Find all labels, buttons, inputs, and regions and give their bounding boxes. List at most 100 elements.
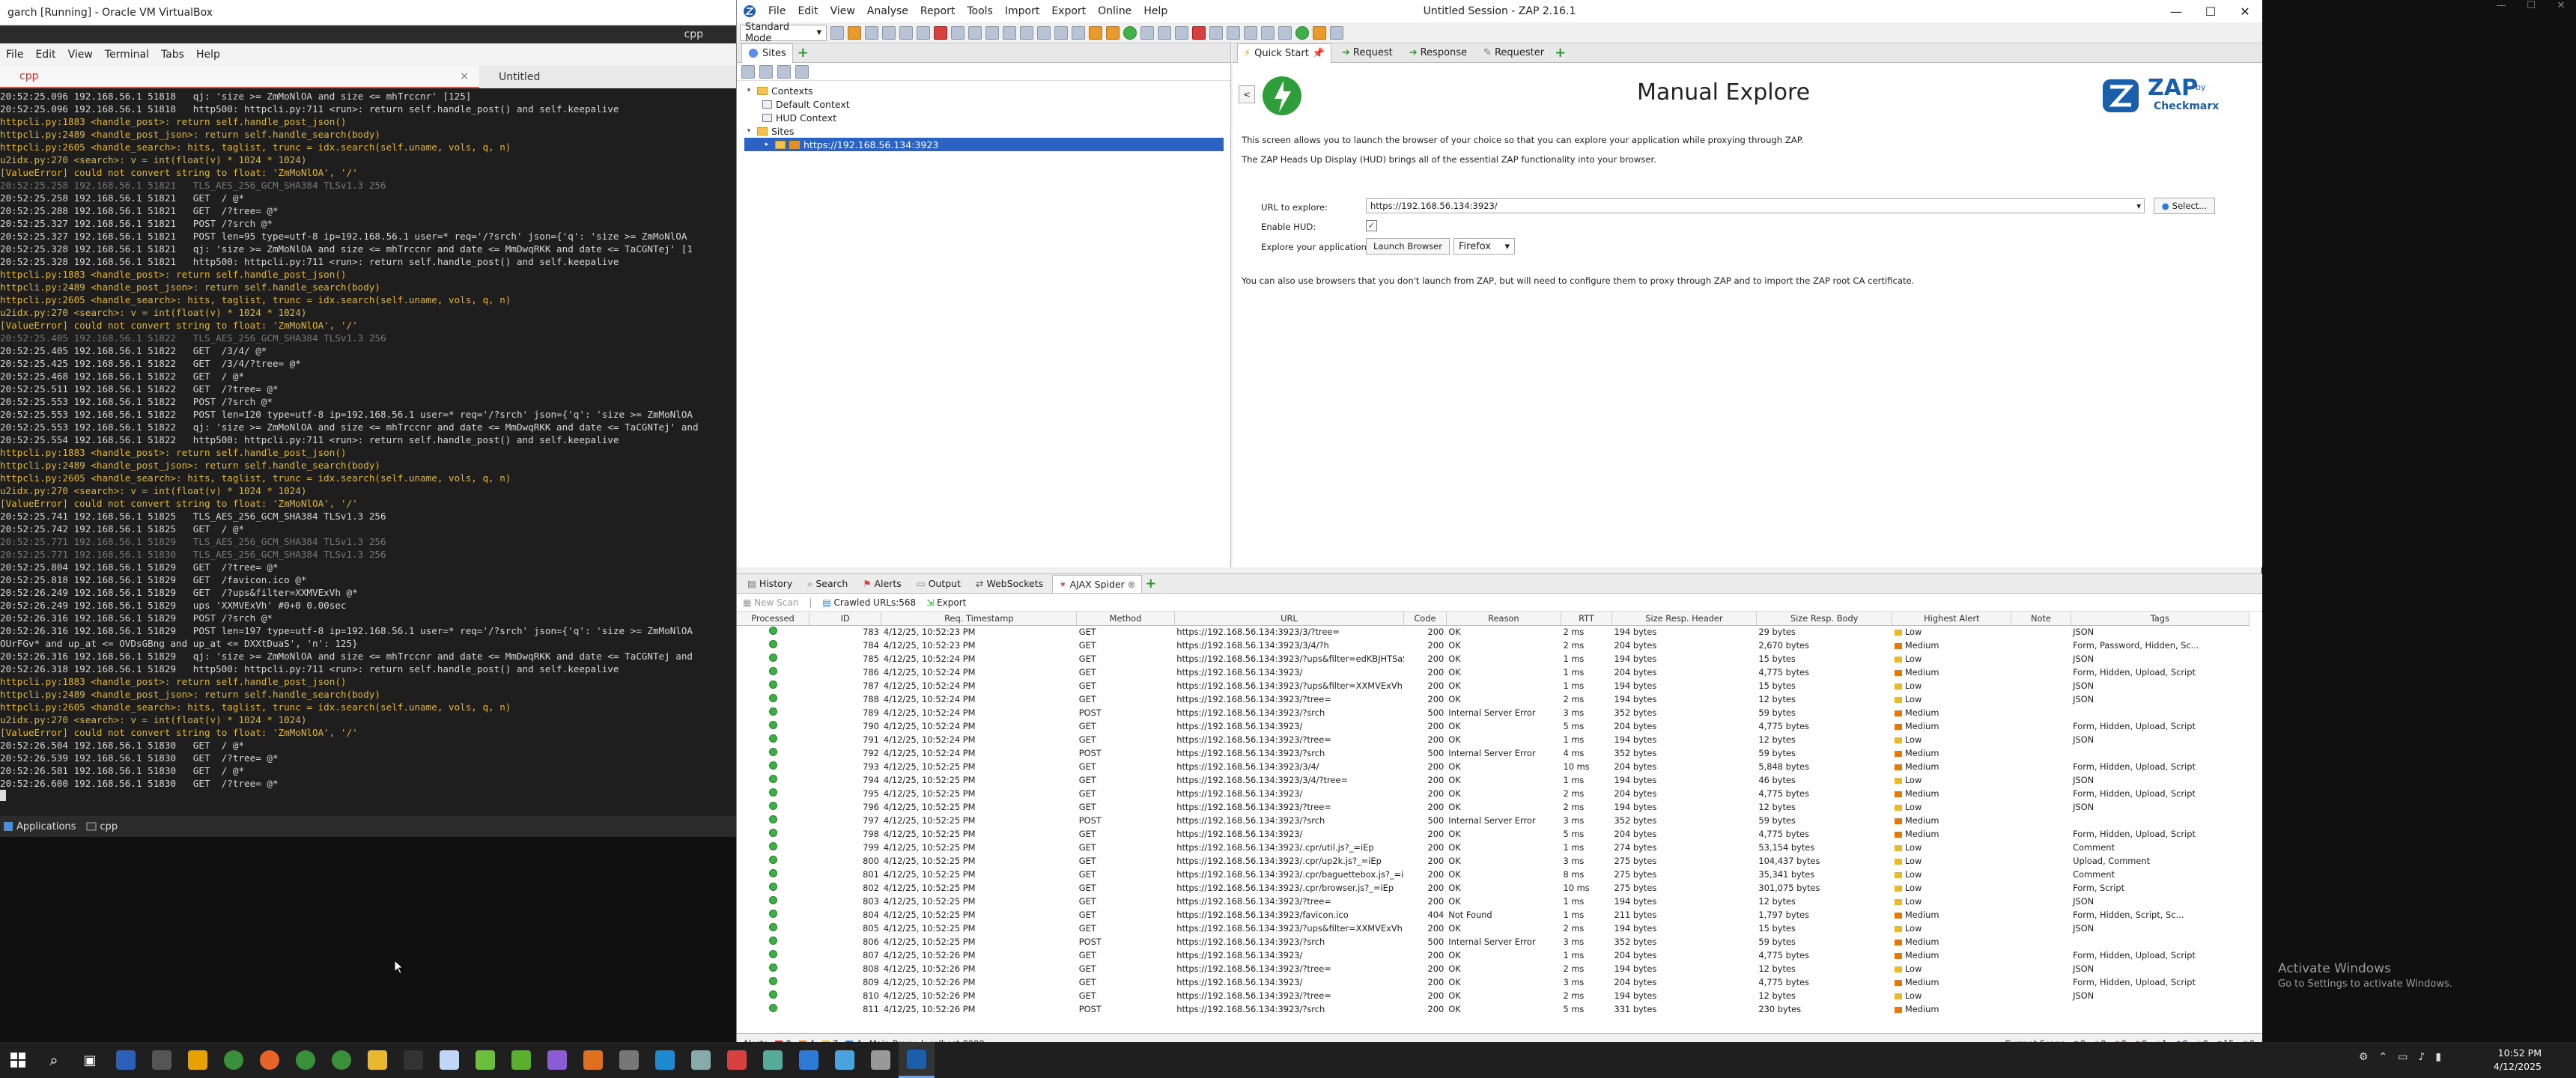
network-icon[interactable]: ▭ bbox=[2398, 1051, 2408, 1063]
table-row[interactable]: 788 4/12/25, 10:52:24 PM GET https://192.16… bbox=[737, 692, 2250, 706]
taskbar-app-11[interactable] bbox=[755, 1042, 791, 1078]
battery-icon[interactable]: ▮ bbox=[2435, 1051, 2441, 1063]
tab-untitled[interactable]: Untitled bbox=[479, 66, 736, 88]
taskbar-notepad[interactable] bbox=[431, 1042, 467, 1078]
drop-icon[interactable] bbox=[1175, 25, 1188, 40]
table-row[interactable]: 806 4/12/25, 10:52:25 PM POST https://192.1… bbox=[737, 935, 2250, 948]
menu-online[interactable]: Online bbox=[1092, 5, 1137, 17]
new-session-icon[interactable] bbox=[830, 25, 844, 40]
tab-websockets[interactable]: ⇄ WebSockets bbox=[970, 575, 1049, 593]
export-icon[interactable] bbox=[934, 25, 947, 40]
menu-view[interactable]: View bbox=[62, 49, 99, 61]
maximize-icon[interactable]: ☐ bbox=[2516, 0, 2546, 11]
table-row[interactable]: 810 4/12/25, 10:52:26 PM GET https://192.16… bbox=[737, 989, 2250, 1002]
menu-tools[interactable]: Tools bbox=[961, 5, 999, 17]
table-row[interactable]: 789 4/12/25, 10:52:24 PM POST https://192.1… bbox=[737, 706, 2250, 719]
taskbar-app-8[interactable] bbox=[611, 1042, 647, 1078]
taskbar-app-2[interactable] bbox=[144, 1042, 180, 1078]
start-icon[interactable] bbox=[1123, 25, 1137, 40]
layout-7-icon[interactable] bbox=[1054, 25, 1068, 40]
column-header[interactable]: ID bbox=[809, 612, 882, 626]
minimize-icon[interactable]: — bbox=[2486, 0, 2516, 11]
taskbar-app-10[interactable] bbox=[719, 1042, 755, 1078]
tab-cpp[interactable]: cpp × bbox=[0, 66, 479, 88]
table-row[interactable]: 809 4/12/25, 10:52:26 PM GET https://192.16… bbox=[737, 975, 2250, 989]
scan-policy-icon[interactable] bbox=[1089, 25, 1102, 40]
menu-tabs[interactable]: Tabs bbox=[155, 49, 190, 61]
firefox-icon[interactable] bbox=[1313, 25, 1326, 40]
search-button[interactable]: ⌕ bbox=[36, 1042, 72, 1078]
open-session-icon[interactable] bbox=[848, 25, 861, 40]
taskbar-terminal[interactable] bbox=[395, 1042, 431, 1078]
url-input[interactable]: https://192.168.56.134:3923/ ▾ bbox=[1366, 198, 2145, 213]
taskbar-app-1[interactable] bbox=[108, 1042, 144, 1078]
column-header[interactable]: Highest Alert bbox=[1892, 612, 2012, 626]
hud-icon[interactable] bbox=[1295, 25, 1309, 40]
taskbar-terminal[interactable]: cpp bbox=[86, 821, 118, 832]
taskbar-zap[interactable] bbox=[899, 1042, 935, 1078]
menu-import[interactable]: Import bbox=[999, 5, 1045, 17]
continue-icon[interactable] bbox=[1158, 25, 1171, 40]
close-icon[interactable]: × bbox=[460, 70, 469, 82]
taskbar-app-7[interactable] bbox=[575, 1042, 611, 1078]
tab-request[interactable]: ➔ Request bbox=[1336, 44, 1399, 62]
tab-alerts[interactable]: ⚑ Alerts bbox=[857, 575, 908, 593]
add-context-icon[interactable] bbox=[759, 64, 773, 79]
tab-search[interactable]: ⌕ Search bbox=[801, 575, 854, 593]
export-button[interactable]: ⇲ Export bbox=[926, 597, 966, 608]
close-button[interactable]: ✕ bbox=[2228, 0, 2262, 22]
taskbar-app-5[interactable] bbox=[503, 1042, 539, 1078]
taskbar-clock[interactable]: 10:52 PM 4/12/2025 bbox=[2494, 1047, 2542, 1074]
browser-select[interactable]: Firefox ▾ bbox=[1453, 238, 1515, 255]
enable-hud-checkbox[interactable]: ✓ bbox=[1366, 220, 1377, 231]
menu-export[interactable]: Export bbox=[1045, 5, 1092, 17]
help-icon[interactable] bbox=[1278, 25, 1292, 40]
task-view-button[interactable]: ▣ bbox=[72, 1042, 108, 1078]
minimize-button[interactable]: — bbox=[2159, 0, 2193, 22]
fuzz-icon[interactable] bbox=[1227, 25, 1240, 40]
start-button[interactable] bbox=[0, 1042, 36, 1078]
table-row[interactable]: 784 4/12/25, 10:52:23 PM GET https://192.16… bbox=[737, 639, 2250, 652]
column-header[interactable]: RTT bbox=[1561, 612, 1613, 626]
breakpoint-icon[interactable] bbox=[1106, 25, 1120, 40]
column-header[interactable]: Processed bbox=[737, 612, 809, 626]
new-scan-button[interactable]: ▦ New Scan bbox=[743, 597, 798, 608]
session-properties-icon[interactable] bbox=[899, 25, 913, 40]
table-row[interactable]: 796 4/12/25, 10:52:25 PM GET https://192.16… bbox=[737, 800, 2250, 814]
taskbar-app-12[interactable] bbox=[791, 1042, 827, 1078]
menu-help[interactable]: Help bbox=[190, 49, 226, 61]
table-row[interactable]: 786 4/12/25, 10:52:24 PM GET https://192.16… bbox=[737, 666, 2250, 679]
table-row[interactable]: 794 4/12/25, 10:52:25 PM GET https://192.16… bbox=[737, 773, 2250, 787]
menu-view[interactable]: View bbox=[824, 5, 861, 17]
layout-5-icon[interactable] bbox=[1020, 25, 1033, 40]
menu-report[interactable]: Report bbox=[914, 5, 961, 17]
column-header[interactable]: Reason bbox=[1446, 612, 1561, 626]
table-row[interactable]: 802 4/12/25, 10:52:25 PM GET https://192.16… bbox=[737, 881, 2250, 895]
maximize-button[interactable]: ☐ bbox=[2193, 0, 2228, 22]
applications-menu[interactable]: Applications bbox=[3, 821, 76, 832]
taskbar-chrome-2[interactable] bbox=[288, 1042, 323, 1078]
mode-select[interactable]: Standard Mode ▾ bbox=[740, 22, 827, 44]
column-header[interactable]: URL bbox=[1174, 612, 1405, 626]
options-icon[interactable] bbox=[917, 25, 930, 40]
table-row[interactable]: 797 4/12/25, 10:52:25 PM POST https://192.1… bbox=[737, 814, 2250, 827]
console-icon[interactable] bbox=[1244, 25, 1257, 40]
table-row[interactable]: 790 4/12/25, 10:52:24 PM GET https://192.16… bbox=[737, 719, 2250, 733]
tree-hud-context[interactable]: HUD Context bbox=[744, 111, 1230, 124]
table-row[interactable]: 798 4/12/25, 10:52:25 PM GET https://192.16… bbox=[737, 827, 2250, 841]
taskbar-firefox[interactable] bbox=[252, 1042, 288, 1078]
filter-icon[interactable] bbox=[741, 64, 755, 79]
layout-6-icon[interactable] bbox=[1037, 25, 1051, 40]
tab-ajax-spider[interactable]: ✶ AJAX Spider ⊗ bbox=[1052, 574, 1143, 593]
taskbar-app-4[interactable] bbox=[467, 1042, 503, 1078]
table-row[interactable]: 801 4/12/25, 10:52:25 PM GET https://192.16… bbox=[737, 868, 2250, 881]
table-row[interactable]: 800 4/12/25, 10:52:25 PM GET https://192.16… bbox=[737, 854, 2250, 868]
taskbar-explorer[interactable] bbox=[359, 1042, 395, 1078]
column-header[interactable]: Tags bbox=[2071, 612, 2250, 626]
tree-contexts[interactable]: ▾ Contexts bbox=[744, 84, 1230, 97]
stop-icon[interactable] bbox=[1192, 25, 1206, 40]
add-tab-icon[interactable]: + bbox=[1145, 576, 1156, 591]
add-tab-icon[interactable]: + bbox=[1555, 45, 1566, 61]
menu-terminal[interactable]: Terminal bbox=[99, 49, 155, 61]
tab-sites[interactable]: Sites bbox=[741, 43, 793, 63]
